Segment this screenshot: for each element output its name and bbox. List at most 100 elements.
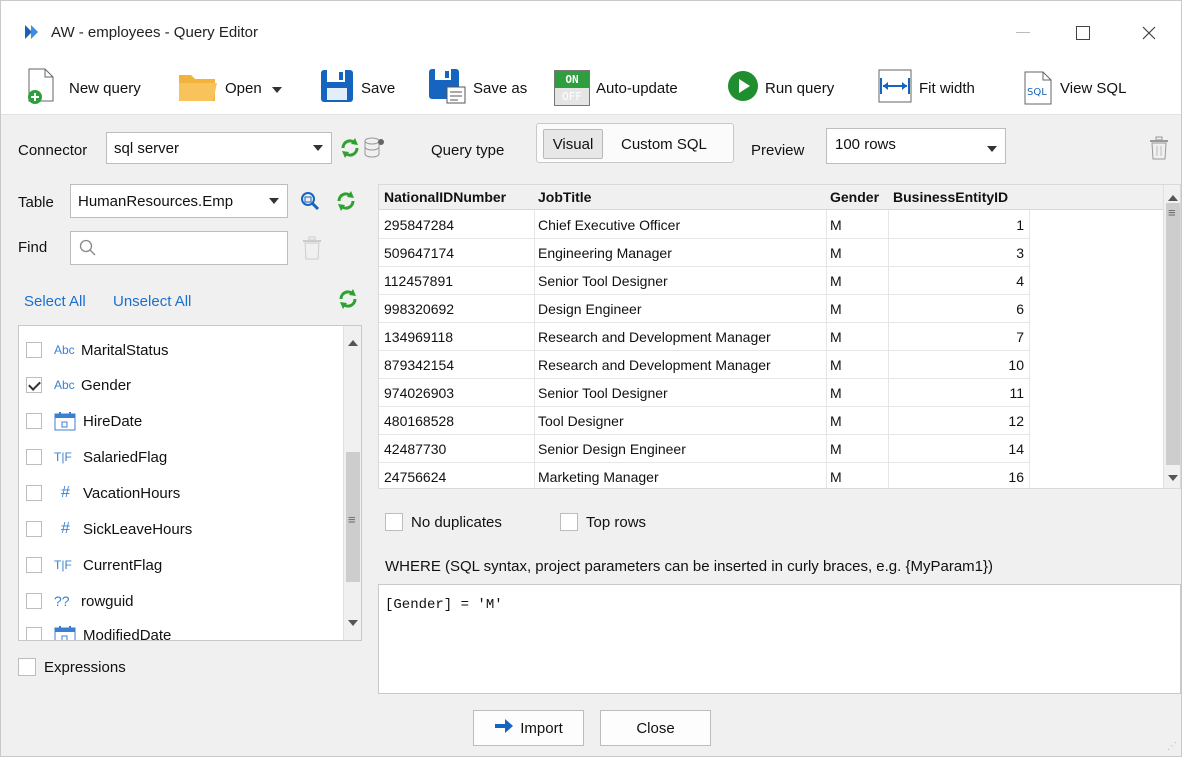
field-name: Gender	[81, 376, 132, 394]
table-row[interactable]: 879342154 Research and Development Manag…	[379, 351, 1164, 379]
field-checkbox[interactable]	[26, 342, 42, 358]
field-checkbox[interactable]	[26, 485, 42, 501]
cell-jobtitle: Senior Tool Designer	[538, 273, 668, 289]
refresh-fields-icon[interactable]	[337, 288, 359, 314]
custom-sql-tab-label: Custom SQL	[621, 135, 707, 153]
query-type-custom-sql-tab[interactable]: Custom SQL	[621, 129, 707, 159]
refresh-table-icon[interactable]	[335, 190, 357, 216]
preview-label: Preview	[751, 142, 805, 159]
find-input[interactable]	[101, 236, 281, 260]
scrollbar-thumb[interactable]	[1166, 203, 1180, 465]
cell-nationalid: 480168528	[384, 413, 455, 429]
sql-file-icon: SQL	[1022, 70, 1054, 106]
where-editor[interactable]: [Gender] = 'M'	[378, 584, 1181, 694]
field-item-rowguid[interactable]: ?? rowguid	[19, 583, 345, 619]
close-window-button[interactable]	[1129, 17, 1169, 49]
expressions-option[interactable]: Expressions	[18, 658, 126, 676]
column-header[interactable]: Gender	[830, 189, 879, 205]
table-select[interactable]: HumanResources.Emp	[70, 184, 288, 218]
grid-scrollbar[interactable]: ≡	[1163, 185, 1180, 488]
save-disk-icon	[319, 68, 355, 108]
column-header[interactable]: JobTitle	[538, 189, 591, 205]
toggle-off-text: OFF	[555, 88, 589, 105]
new-query-label: New query	[69, 79, 141, 97]
cell-gender: M	[830, 245, 842, 261]
field-item-salariedflag[interactable]: T|F SalariedFlag	[19, 439, 345, 475]
field-name: HireDate	[83, 412, 143, 430]
select-all-link[interactable]: Select All	[24, 293, 86, 310]
field-list-scrollbar[interactable]: ≡	[343, 326, 361, 640]
close-button[interactable]: Close	[600, 710, 711, 746]
connector-select[interactable]: sql server	[106, 132, 332, 164]
table-row[interactable]: 974026903 Senior Tool Designer M 11	[379, 379, 1164, 407]
table-row[interactable]: 24756624 Marketing Manager M 16	[379, 463, 1164, 488]
database-settings-icon[interactable]	[363, 136, 385, 164]
field-checkbox[interactable]	[26, 449, 42, 465]
cell-jobtitle: Chief Executive Officer	[538, 217, 681, 233]
cell-gender: M	[830, 329, 842, 345]
cell-gender: M	[830, 413, 842, 429]
field-item-vacationhours[interactable]: # VacationHours	[19, 475, 345, 511]
scroll-up-icon[interactable]	[1168, 195, 1178, 201]
query-type-visual-tab[interactable]: Visual	[543, 129, 603, 159]
find-field[interactable]	[70, 231, 288, 265]
field-checkbox[interactable]	[26, 593, 42, 609]
run-query-button[interactable]: Run query	[727, 67, 834, 109]
maximize-button[interactable]	[1063, 17, 1103, 49]
view-sql-label: View SQL	[1060, 79, 1127, 97]
new-query-button[interactable]: New query	[25, 67, 141, 109]
table-row[interactable]: 998320692 Design Engineer M 6	[379, 295, 1164, 323]
save-button[interactable]: Save	[319, 67, 395, 109]
table-row[interactable]: 509647174 Engineering Manager M 3	[379, 239, 1164, 267]
field-item-maritalstatus[interactable]: Abc MaritalStatus	[19, 332, 345, 368]
inspect-table-icon[interactable]	[298, 190, 322, 216]
table-row[interactable]: 480168528 Tool Designer M 12	[379, 407, 1164, 435]
fit-width-button[interactable]: Fit width	[877, 67, 975, 109]
field-checkbox[interactable]	[26, 627, 42, 640]
no-duplicates-checkbox[interactable]	[385, 513, 403, 531]
import-button[interactable]: Import	[473, 710, 584, 746]
field-item-currentflag[interactable]: T|F CurrentFlag	[19, 547, 345, 583]
column-header[interactable]: NationalIDNumber	[384, 189, 506, 205]
field-checkbox[interactable]	[26, 557, 42, 573]
open-button[interactable]: Open	[177, 67, 282, 109]
preview-rows-select[interactable]: 100 rows	[826, 128, 1006, 164]
table-row[interactable]: 112457891 Senior Tool Designer M 4	[379, 267, 1164, 295]
cell-businessentityid: 6	[1016, 301, 1024, 317]
cell-businessentityid: 12	[1008, 413, 1024, 429]
save-as-button[interactable]: Save as	[427, 67, 527, 109]
scroll-down-icon[interactable]	[1168, 475, 1178, 481]
cell-nationalid: 974026903	[384, 385, 455, 401]
field-item-modifieddate[interactable]: ModifiedDate	[19, 617, 345, 640]
top-rows-checkbox[interactable]	[560, 513, 578, 531]
field-item-hiredate[interactable]: HireDate	[19, 403, 345, 439]
clear-find-trash-icon[interactable]	[302, 236, 322, 264]
resize-grip-icon[interactable]: ⋰	[1167, 741, 1177, 752]
field-item-sickleavehours[interactable]: # SickLeaveHours	[19, 511, 345, 547]
minimize-button[interactable]	[1003, 17, 1043, 49]
no-duplicates-option[interactable]: No duplicates	[385, 513, 502, 531]
unselect-all-link[interactable]: Unselect All	[113, 293, 191, 310]
where-clause-text: [Gender] = 'M'	[385, 597, 503, 613]
title-bar: AW - employees - Query Editor	[1, 1, 1181, 63]
refresh-connector-icon[interactable]	[339, 137, 361, 163]
column-header[interactable]: BusinessEntityID	[893, 189, 1008, 205]
field-checkbox[interactable]	[26, 413, 42, 429]
table-row[interactable]: 134969118 Research and Development Manag…	[379, 323, 1164, 351]
trash-icon[interactable]	[1149, 136, 1169, 164]
expressions-checkbox[interactable]	[18, 658, 36, 676]
field-checkbox[interactable]	[26, 521, 42, 537]
auto-update-toggle[interactable]: ON OFF Auto-update	[554, 67, 678, 109]
view-sql-button[interactable]: SQL View SQL	[1022, 67, 1126, 109]
field-checkbox[interactable]	[26, 377, 42, 393]
field-item-gender[interactable]: Abc Gender	[19, 367, 345, 403]
close-label: Close	[636, 719, 675, 737]
top-rows-option[interactable]: Top rows	[560, 513, 646, 531]
scroll-up-icon[interactable]	[348, 340, 358, 346]
table-row[interactable]: 42487730 Senior Design Engineer M 14	[379, 435, 1164, 463]
cell-nationalid: 295847284	[384, 217, 455, 233]
table-row[interactable]: 295847284 Chief Executive Officer M 1	[379, 211, 1164, 239]
scroll-down-icon[interactable]	[348, 620, 358, 626]
expressions-label: Expressions	[44, 658, 126, 676]
table-label: Table	[18, 194, 54, 211]
